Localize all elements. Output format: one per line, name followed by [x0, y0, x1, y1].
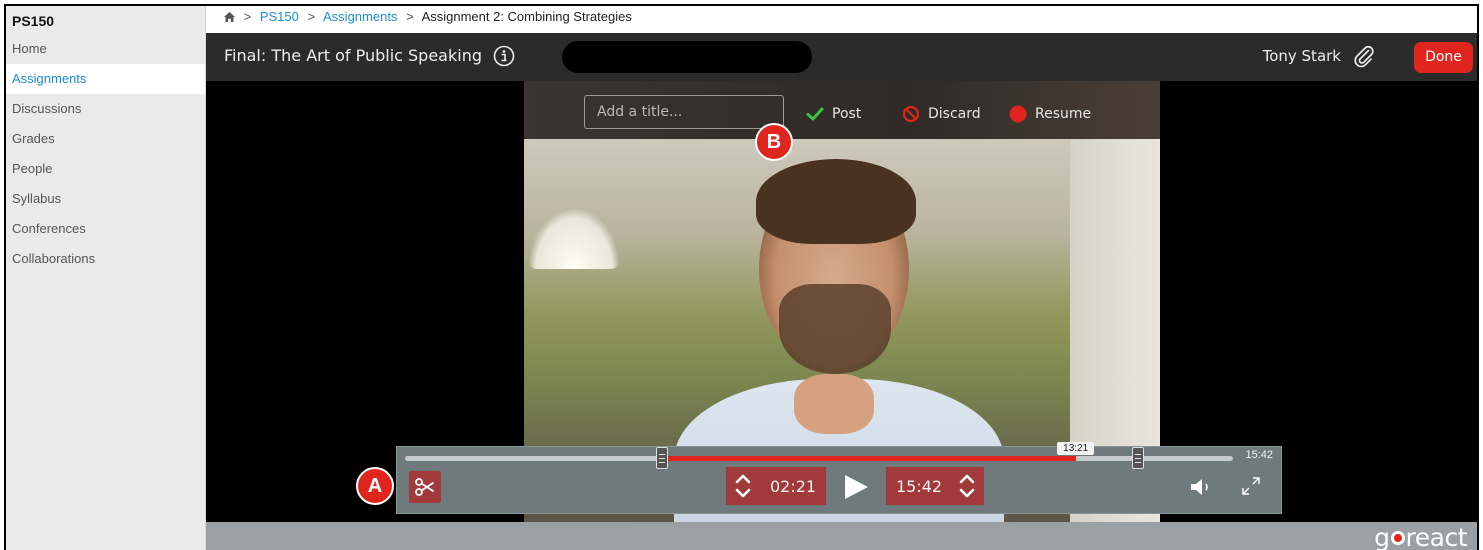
breadcrumb-current-page: Assignment 2: Combining Strategies: [421, 9, 632, 24]
player-controls: 13:21 15:42 02:21 15:42: [396, 442, 1282, 514]
total-duration: 15:42: [1245, 449, 1273, 461]
sidebar-item-discussions[interactable]: Discussions: [6, 94, 205, 124]
end-time-value[interactable]: 15:42: [886, 477, 950, 496]
trim-start-handle[interactable]: [655, 447, 668, 469]
prohibit-icon: [902, 105, 920, 123]
fullscreen-icon[interactable]: [1240, 475, 1262, 497]
breadcrumb: > PS150 > Assignments > Assignment 2: Co…: [206, 6, 1477, 33]
breadcrumb-assignments-link[interactable]: Assignments: [323, 9, 397, 24]
check-icon: [806, 107, 824, 121]
trim-range: [661, 456, 1076, 461]
resume-button[interactable]: Resume: [1009, 105, 1091, 123]
discard-button[interactable]: Discard: [902, 105, 981, 123]
playhead-time-tooltip: 13:21: [1057, 442, 1095, 455]
post-label: Post: [832, 106, 862, 122]
play-icon[interactable]: [842, 473, 870, 501]
player-footer: g react: [206, 522, 1477, 550]
title-input[interactable]: [584, 95, 784, 129]
breadcrumb-separator: >: [243, 9, 252, 24]
breadcrumb-separator: >: [406, 9, 414, 24]
paperclip-icon[interactable]: [1352, 44, 1376, 68]
start-time-box: 02:21: [726, 467, 827, 505]
sidebar-item-assignments[interactable]: Assignments: [6, 64, 205, 94]
trim-end-handle[interactable]: [1131, 447, 1144, 469]
timeline-track[interactable]: 13:21: [405, 442, 1233, 469]
speaker-hand: [794, 374, 874, 434]
background-lamp: [529, 209, 619, 269]
end-time-box: 15:42: [886, 467, 985, 505]
logo-dot: [1390, 530, 1405, 545]
end-time-stepper[interactable]: [950, 467, 984, 505]
redacted-region: [562, 41, 812, 73]
sidebar-item-home[interactable]: Home: [6, 34, 205, 64]
breadcrumb-course-link[interactable]: PS150: [260, 9, 299, 24]
sidebar-item-collaborations[interactable]: Collaborations: [6, 244, 205, 274]
course-sidebar: PS150 Home Assignments Discussions Grade…: [6, 6, 206, 550]
video-player: Final: The Art of Public Speaking Tony S…: [206, 33, 1477, 550]
speaker-beard: [779, 284, 891, 374]
logo-text-left: g: [1374, 523, 1390, 550]
info-icon[interactable]: [493, 45, 515, 67]
start-time-stepper[interactable]: [726, 467, 760, 505]
player-header: Final: The Art of Public Speaking Tony S…: [206, 33, 1477, 81]
sidebar-item-people[interactable]: People: [6, 154, 205, 184]
recording-toolbar: Post Discard Resume: [524, 81, 1160, 139]
volume-icon[interactable]: [1190, 477, 1214, 497]
callout-marker-a: A: [356, 467, 394, 505]
chevron-up-down-icon: [959, 474, 975, 498]
sidebar-item-grades[interactable]: Grades: [6, 124, 205, 154]
chevron-up-down-icon: [735, 474, 751, 498]
post-button[interactable]: Post: [806, 105, 861, 123]
goreact-logo: g react: [1374, 523, 1467, 550]
home-icon[interactable]: [224, 12, 235, 22]
start-time-value[interactable]: 02:21: [760, 477, 826, 496]
done-button[interactable]: Done: [1414, 42, 1473, 73]
scissors-icon: [415, 478, 434, 496]
sidebar-item-syllabus[interactable]: Syllabus: [6, 184, 205, 214]
speaker-hair: [756, 159, 916, 244]
resume-label: Resume: [1035, 106, 1092, 122]
user-name: Tony Stark: [1262, 47, 1341, 65]
course-title[interactable]: PS150: [6, 6, 205, 34]
logo-text-right: react: [1405, 523, 1468, 550]
record-dot-icon: [1009, 105, 1027, 123]
player-title: Final: The Art of Public Speaking: [224, 46, 482, 65]
sidebar-item-conferences[interactable]: Conferences: [6, 214, 205, 244]
trim-button[interactable]: [409, 471, 441, 503]
app-frame: PS150 Home Assignments Discussions Grade…: [4, 4, 1479, 550]
discard-label: Discard: [928, 106, 981, 122]
callout-marker-b: B: [755, 123, 793, 161]
breadcrumb-separator: >: [307, 9, 316, 24]
